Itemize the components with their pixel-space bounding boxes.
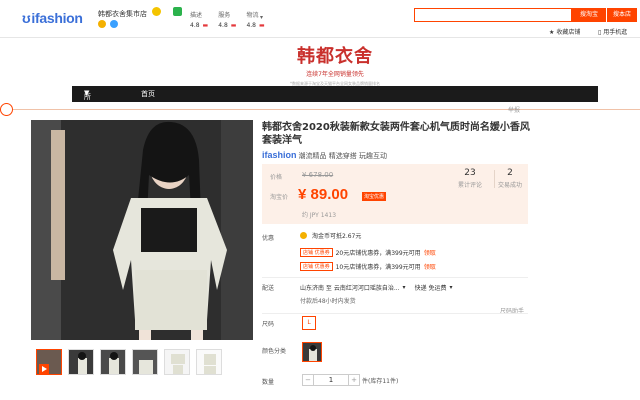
shop-nav: 所有分类 ▼ 首页: [72, 86, 598, 131]
banner-tagline: 连续7年全网销量领先: [306, 71, 364, 78]
tb-price-label: 淘宝价: [270, 194, 289, 201]
rating-desc: 描述 4.8 ▬: [190, 12, 209, 29]
thumbnail-image[interactable]: [132, 349, 158, 375]
blue-badge-icon: [110, 20, 118, 28]
price-tag-badge: 淘宝优惠: [362, 192, 387, 201]
chevron-down-icon[interactable]: ▾: [260, 14, 263, 21]
get-coupon-button[interactable]: 领取: [424, 248, 436, 257]
quantity-input[interactable]: 1: [314, 374, 348, 386]
main-product-image[interactable]: [31, 120, 253, 340]
promo-label: 优惠: [262, 235, 275, 242]
shop-name[interactable]: 韩都衣舍集市店: [98, 9, 147, 19]
play-icon: [37, 350, 61, 374]
stock-text: 件(库存11件): [362, 378, 399, 385]
thumbnail-image[interactable]: [68, 349, 94, 375]
ifashion-logo[interactable]: ʊifashion: [22, 10, 83, 26]
top-bar: ʊifashion 韩都衣舍集市店 描述 4.8 ▬ 服务 4.8 ▬ 物流 4.8…: [0, 0, 640, 38]
rating-service: 服务 4.8 ▬: [218, 12, 237, 29]
price-label: 价格: [270, 174, 283, 181]
search-input[interactable]: [414, 8, 572, 22]
thumbnail-video[interactable]: [36, 349, 62, 375]
shipping-route[interactable]: 山东济南 至 云南红河河口瑶族自治... ▾ 快递 免运费 ▾: [300, 283, 453, 292]
shipping-label: 配送: [262, 285, 275, 292]
decrease-button[interactable]: −: [302, 374, 314, 386]
side-marker-icon[interactable]: [0, 103, 13, 116]
brand-line: ifashion 潮流精品 精选穿搭 玩趣互动: [262, 150, 387, 160]
search-taobao-button[interactable]: 搜淘宝: [572, 8, 606, 22]
chevron-down-icon: ▾: [449, 284, 453, 291]
shop-ratings: 描述 4.8 ▬ 服务 4.8 ▬ 物流 4.8 ▬: [190, 10, 265, 29]
search-shop-button[interactable]: 搜本店: [607, 8, 637, 22]
shop-badges: [98, 20, 118, 28]
thumbnail-image[interactable]: [100, 349, 126, 375]
coupon-item: 店铺 优惠券 20元店铺优惠券，满399元可用 领取: [300, 248, 436, 257]
get-coupon-button[interactable]: 领取: [424, 262, 436, 271]
product-title: 韩都衣舍2020秋装新款女装两件套心机气质时尚名媛小香风套装洋气: [262, 122, 530, 146]
ifashion-icon: ʊ: [22, 10, 31, 26]
shipping-note: 付款后48小时内发货: [300, 298, 356, 305]
mobile-link[interactable]: ▯ 用手机逛: [598, 27, 627, 36]
size-label: 尺码: [262, 321, 275, 328]
jpy-price: 约 JPY 1413: [302, 212, 337, 219]
original-price: ¥ 678.00: [302, 171, 334, 179]
divider: [13, 109, 640, 110]
coupon-item: 店铺 优惠券 10元店铺优惠券，满399元可用 领取: [300, 262, 436, 271]
nav-home[interactable]: 首页: [141, 89, 155, 99]
banner-brand: 韩都衣舍: [297, 46, 373, 66]
star-icon: ★: [549, 29, 555, 36]
color-label: 颜色分类: [262, 348, 287, 355]
crown-icon: [152, 7, 161, 16]
thumbnail-image[interactable]: [196, 349, 222, 375]
coin-icon: [300, 232, 307, 239]
phone-icon: ▯: [598, 29, 602, 36]
nav-all-categories[interactable]: 所有分类 ▼: [84, 89, 91, 131]
product-photo: [31, 120, 253, 340]
thumbnail-list: [36, 349, 222, 375]
increase-button[interactable]: +: [348, 374, 360, 386]
gold-badge-icon: [98, 20, 106, 28]
shop-icons: [152, 7, 182, 16]
quantity-stepper: − 1 +: [302, 374, 360, 386]
wangwang-icon[interactable]: [173, 7, 182, 16]
shop-banner[interactable]: 韩都衣舍 连续7年全网销量领先 *数据来源于淘宝及天猫平台全网女装品牌销量排名: [72, 38, 598, 86]
sales-stat: 2 交易成功: [498, 168, 523, 189]
logo-text: ifashion: [31, 10, 83, 26]
size-option-l[interactable]: L: [302, 316, 316, 330]
quantity-label: 数量: [262, 379, 275, 386]
ifashion-small-logo: ifashion: [262, 150, 297, 160]
report-link[interactable]: 举报: [508, 105, 520, 114]
color-option[interactable]: [302, 342, 322, 362]
review-stat[interactable]: 23 累计评论: [458, 168, 482, 189]
price-box: 价格 ¥ 678.00 淘宝价 ¥ 89.00 淘宝优惠 约 JPY 1413 …: [262, 164, 528, 224]
thumbnail-image[interactable]: [164, 349, 190, 375]
current-price: ¥ 89.00: [298, 186, 349, 203]
collect-shop-link[interactable]: ★ 收藏店铺: [549, 27, 580, 36]
coin-promo: 淘金币可抵2.67元: [300, 231, 361, 240]
chevron-down-icon: ▾: [402, 284, 406, 291]
